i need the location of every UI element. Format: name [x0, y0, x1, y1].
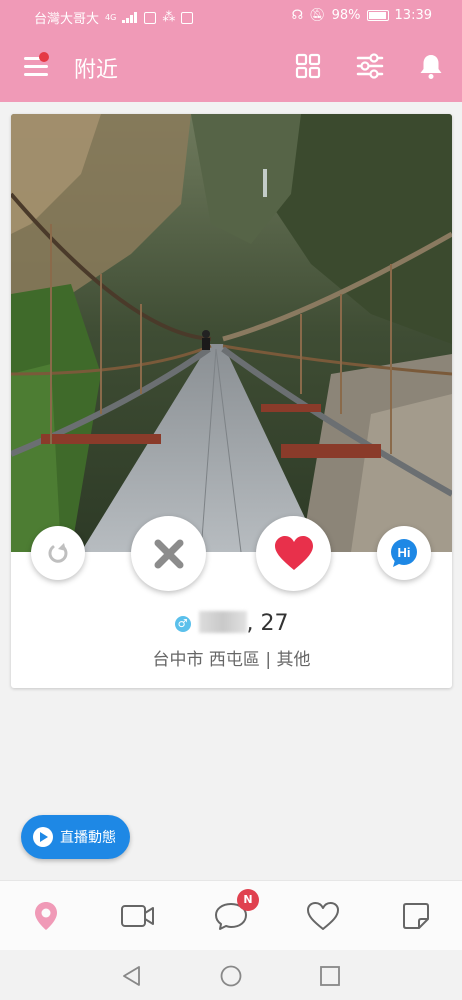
dislike-button[interactable] [131, 516, 206, 591]
live-stream-button[interactable]: 直播動態 [21, 815, 130, 859]
profile-photo[interactable] [11, 114, 452, 552]
status-bar: 台灣大哥大 4G ⁂ ☊ 🔕︎ 98% 13:39 [0, 0, 462, 32]
system-nav-bar [0, 950, 462, 1000]
bell-icon[interactable] [417, 52, 445, 80]
battery-percent: 98% [331, 8, 361, 23]
male-gender-icon: ♂ [174, 616, 191, 632]
clock: 13:39 [394, 8, 432, 23]
nav-notes[interactable] [398, 899, 434, 933]
profile-card[interactable]: Hi ♂ , 27 台中市 西屯區 | 其他 [11, 114, 452, 688]
profile-location: 台中市 西屯區 | 其他 [152, 650, 311, 670]
profile-age: , 27 [246, 611, 289, 636]
app-notification-icon [144, 11, 157, 24]
location-pin-icon [35, 902, 57, 930]
messages-badge: N [237, 889, 259, 911]
rewind-icon [48, 543, 68, 563]
back-triangle-icon[interactable] [120, 964, 144, 988]
recents-square-icon[interactable] [318, 964, 342, 988]
sync-icon: ⁂ [162, 10, 176, 25]
x-icon [154, 539, 183, 568]
live-stream-label: 直播動態 [60, 830, 116, 846]
carrier-label: 台灣大哥大 [34, 12, 100, 27]
home-circle-icon[interactable] [219, 964, 243, 988]
page-title: 附近 [74, 58, 119, 83]
blurred-username [198, 611, 247, 633]
video-camera-icon [121, 905, 154, 927]
heart-icon [274, 535, 313, 570]
say-hi-button[interactable]: Hi [377, 526, 431, 580]
heart-outline-icon [307, 902, 339, 930]
rewind-button[interactable] [31, 526, 85, 580]
nav-favorites[interactable] [305, 899, 341, 933]
signal-icon [122, 12, 138, 23]
battery-icon [366, 10, 389, 21]
nav-nearby[interactable] [28, 899, 64, 933]
headset-icon: ☊ [291, 8, 304, 23]
like-button[interactable] [256, 516, 331, 591]
menu-icon[interactable] [24, 52, 50, 78]
menu-notification-dot [39, 52, 49, 62]
grid-icon[interactable] [294, 52, 322, 80]
play-icon [33, 827, 53, 847]
mute-icon: 🔕︎ [309, 8, 326, 23]
suspension-bridge-photo [11, 114, 452, 552]
sliders-icon[interactable] [356, 52, 384, 80]
mail-icon [181, 11, 194, 24]
nav-video[interactable] [120, 899, 156, 933]
network-type: 4G [105, 13, 117, 22]
nav-messages[interactable]: N [213, 889, 259, 933]
note-icon [403, 903, 429, 929]
hi-bubble-icon: Hi [391, 539, 417, 567]
app-bar: 附近 [0, 32, 462, 102]
profile-name-line: ♂ , 27 [11, 611, 452, 636]
bottom-nav: N [0, 880, 462, 950]
hi-label: Hi [398, 545, 411, 560]
